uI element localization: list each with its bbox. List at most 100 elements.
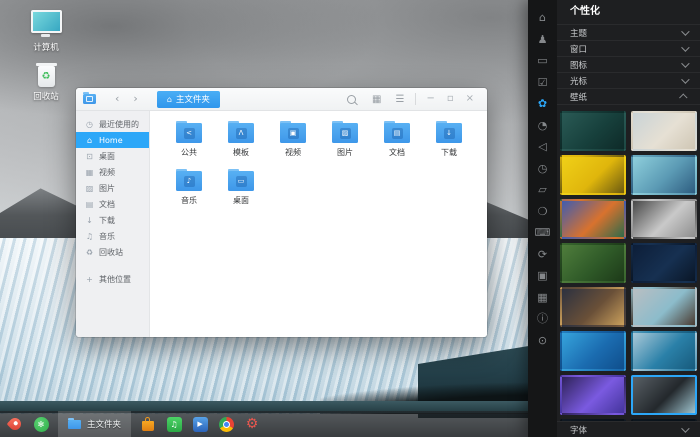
cc-nav-default-applications-icon[interactable]: ☑ bbox=[535, 76, 551, 90]
wallpaper-thumb-glacier-dark[interactable] bbox=[631, 375, 697, 415]
document-badge-icon: ▤ bbox=[392, 128, 403, 139]
cc-nav-accounts-icon[interactable]: ♟ bbox=[535, 33, 551, 47]
folder-body: Λ bbox=[228, 123, 254, 143]
folder-videos[interactable]: ▣视频 bbox=[267, 120, 319, 168]
folder-icon: < bbox=[176, 123, 202, 143]
minimize-button[interactable]: − bbox=[420, 88, 440, 110]
wallpaper-thumb-forest-pond[interactable] bbox=[560, 243, 626, 283]
sidebar-item-music[interactable]: ♫音乐 bbox=[76, 228, 149, 244]
cc-nav-time-date-icon[interactable]: ◷ bbox=[535, 162, 551, 176]
taskbar-app-settings[interactable]: ⚙ bbox=[243, 411, 261, 437]
desktop-icon-trash[interactable]: ♻回收站 bbox=[18, 66, 74, 102]
wallpaper-thumb-building-sky[interactable] bbox=[631, 155, 697, 195]
back-button[interactable]: ‹ bbox=[108, 88, 126, 110]
cc-nav-network-icon[interactable]: ◔ bbox=[535, 119, 551, 133]
chevron-down-icon bbox=[681, 43, 689, 51]
download-icon: ↓ bbox=[85, 216, 94, 225]
cc-nav-homepage-icon[interactable]: ⌂ bbox=[535, 11, 551, 25]
titlebar[interactable]: ‹ › ⌂ 主文件夹 ▦ ☰ − ▫ × bbox=[76, 88, 487, 111]
wallpaper-thumb-beach-pier[interactable] bbox=[631, 111, 697, 151]
maximize-button[interactable]: ▫ bbox=[441, 88, 460, 110]
sidebar-item-pictures[interactable]: ▨图片 bbox=[76, 180, 149, 196]
wallpaper-thumb-ice-texture[interactable] bbox=[560, 111, 626, 151]
shopping-bag-icon bbox=[142, 421, 154, 431]
cc-nav-keyboard-icon[interactable]: ⌨ bbox=[535, 226, 551, 240]
chevron-down-icon bbox=[681, 75, 689, 83]
sidebar-item-videos[interactable]: ▦视频 bbox=[76, 164, 149, 180]
home-icon: ⌂ bbox=[167, 95, 172, 104]
sidebar-item-recent[interactable]: ◷最近使用的 bbox=[76, 116, 149, 132]
folder-pictures[interactable]: ▨图片 bbox=[319, 120, 371, 168]
cc-nav-personalization-icon[interactable]: ✿ bbox=[535, 97, 551, 111]
active-task-label: 主文件夹 bbox=[87, 418, 121, 430]
list-view-icon[interactable]: ☰ bbox=[388, 94, 411, 105]
sidebar-item-documents[interactable]: ▤文档 bbox=[76, 196, 149, 212]
section-row[interactable]: 窗口 bbox=[557, 40, 700, 56]
settings-sections: 主题窗口图标光标壁纸 bbox=[557, 24, 700, 104]
folder-public[interactable]: <公共 bbox=[163, 120, 215, 168]
taskbar-app-chrome[interactable] bbox=[217, 411, 235, 437]
play-icon: ▶ bbox=[193, 417, 208, 432]
tab-home-folder[interactable]: ⌂ 主文件夹 bbox=[157, 91, 220, 108]
folder-downloads[interactable]: ↓下载 bbox=[423, 120, 475, 168]
section-label: 主题 bbox=[570, 27, 587, 39]
trash-icon: ♻ bbox=[38, 66, 55, 87]
rocket-icon bbox=[7, 416, 24, 433]
folder-music[interactable]: ♪音乐 bbox=[163, 168, 215, 216]
folder-body: ▤ bbox=[384, 123, 410, 143]
sidebar-item-label: Home bbox=[99, 136, 123, 145]
wallpaper-thumb-sunset-coast[interactable] bbox=[560, 287, 626, 327]
sidebar-gap bbox=[76, 260, 149, 271]
clock-icon: ◷ bbox=[85, 120, 94, 129]
desktop-icon-computer[interactable]: 计算机 bbox=[18, 10, 74, 53]
cc-nav-remote-assistance-icon[interactable]: ▦ bbox=[535, 291, 551, 305]
cc-nav-updates-icon[interactable]: ⟳ bbox=[535, 248, 551, 262]
sidebar-item-other-locations[interactable]: +其他位置 bbox=[76, 271, 149, 287]
cc-nav-sound-icon[interactable]: ◁ bbox=[535, 140, 551, 154]
folder-label: 模板 bbox=[233, 147, 249, 158]
taskbar-app-movie[interactable]: ▶ bbox=[191, 411, 209, 437]
wallpaper-thumb-night-trees[interactable] bbox=[631, 243, 697, 283]
download-badge-icon: ↓ bbox=[444, 128, 455, 139]
wallpaper-thumb-purple-peaks[interactable] bbox=[560, 375, 626, 415]
sidebar-item-label: 桌面 bbox=[99, 151, 115, 162]
sidebar-item-home[interactable]: ⌂Home bbox=[76, 132, 149, 148]
wallpaper-thumb-ocean-rocks[interactable] bbox=[631, 331, 697, 371]
plus-icon: + bbox=[85, 275, 94, 284]
taskbar-active-task[interactable]: 主文件夹 bbox=[58, 411, 131, 437]
search-icon[interactable] bbox=[347, 95, 356, 104]
cc-nav-display-icon[interactable]: ▭ bbox=[535, 54, 551, 68]
section-expanded-row[interactable]: 壁纸 bbox=[557, 88, 700, 104]
section-row[interactable]: 图标 bbox=[557, 56, 700, 72]
wallpaper-thumb-sunflower[interactable] bbox=[560, 155, 626, 195]
cc-nav-shutdown-icon[interactable]: ⊙ bbox=[535, 334, 551, 348]
titlebar-separator bbox=[415, 93, 416, 105]
wallpaper-thumb-glacier-mountain[interactable] bbox=[631, 287, 697, 327]
taskbar-app-launcher[interactable] bbox=[6, 411, 24, 437]
grid-view-icon[interactable]: ▦ bbox=[365, 94, 388, 105]
wallpaper-thumb-painted-village[interactable] bbox=[560, 199, 626, 239]
sidebar-item-downloads[interactable]: ↓下载 bbox=[76, 212, 149, 228]
forward-button[interactable]: › bbox=[126, 88, 144, 110]
section-row[interactable]: 光标 bbox=[557, 72, 700, 88]
chevron-down-icon bbox=[681, 27, 689, 35]
wallpaper-thumb-waterfall-bw[interactable] bbox=[631, 199, 697, 239]
taskbar-app-green-app[interactable]: ✻ bbox=[32, 411, 50, 437]
fonts-section-label: 字体 bbox=[570, 424, 587, 436]
cc-nav-mouse-icon[interactable]: ❍ bbox=[535, 205, 551, 219]
cc-nav-information-icon[interactable]: ⓘ bbox=[535, 312, 551, 326]
cc-nav-system-info-icon[interactable]: ▣ bbox=[535, 269, 551, 283]
taskbar-app-app-store[interactable] bbox=[139, 411, 157, 437]
close-button[interactable]: × bbox=[460, 88, 480, 110]
folder-documents[interactable]: ▤文档 bbox=[371, 120, 423, 168]
cc-nav-power-icon[interactable]: ▱ bbox=[535, 183, 551, 197]
section-row[interactable]: 主题 bbox=[557, 24, 700, 40]
green-app-icon: ✻ bbox=[34, 417, 49, 432]
fonts-section[interactable]: 字体 bbox=[557, 421, 700, 437]
folder-desktop[interactable]: ▭桌面 bbox=[215, 168, 267, 216]
taskbar-app-music[interactable]: ♫ bbox=[165, 411, 183, 437]
folder-templates[interactable]: Λ 模板 bbox=[215, 120, 267, 168]
wallpaper-thumb-sailfish[interactable] bbox=[560, 331, 626, 371]
sidebar-item-trash[interactable]: ♻回收站 bbox=[76, 244, 149, 260]
sidebar-item-desktop[interactable]: ⊡桌面 bbox=[76, 148, 149, 164]
